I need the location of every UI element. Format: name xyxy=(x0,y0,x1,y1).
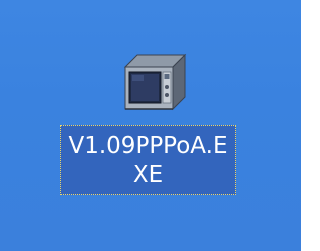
microwave-oven-icon xyxy=(123,53,187,111)
desktop-icon-label[interactable]: V1.09PPPoA.E XE xyxy=(60,125,236,195)
desktop-icon-v109pppoa-exe[interactable]: V1.09PPPoA.E XE xyxy=(57,40,243,210)
desktop-icon-label-line1: V1.09PPPoA.E xyxy=(68,133,228,159)
desktop-background[interactable]: V1.09PPPoA.E XE xyxy=(0,0,301,251)
desktop-icon-label-line2: XE xyxy=(132,162,164,188)
